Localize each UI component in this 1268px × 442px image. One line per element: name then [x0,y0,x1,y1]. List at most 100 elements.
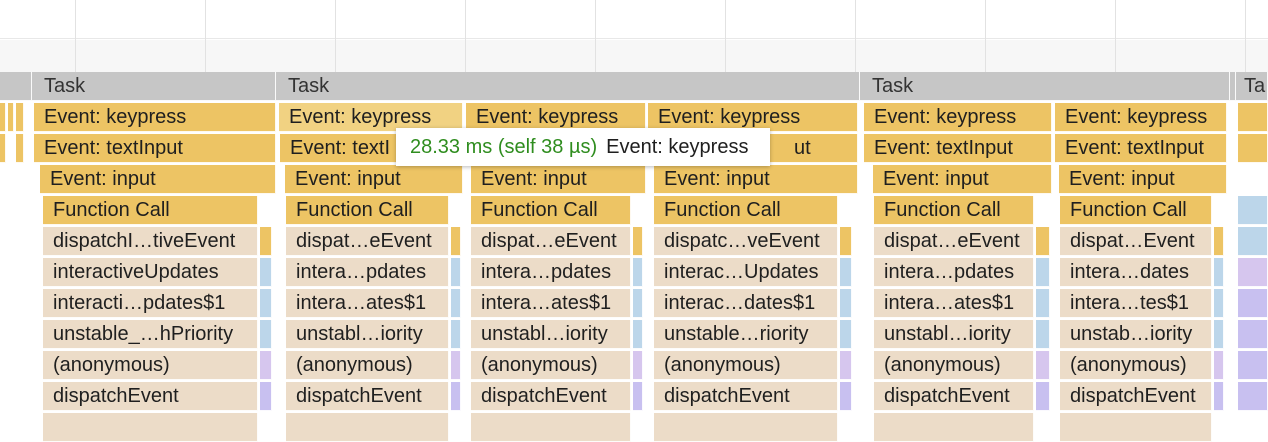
flame-bar-interactive-updates-1[interactable]: intera…tes$1 [1060,289,1212,318]
flame-bar-function[interactable] [451,382,461,411]
flame-bar-function[interactable] [451,258,461,287]
flame-bar-function[interactable] [840,320,852,349]
flame-bar-anonymous[interactable]: (anonymous) [286,351,449,380]
flame-bar-dispatch-event[interactable]: dispatchEvent [654,382,838,411]
flame-bar-event[interactable] [0,134,6,163]
flame-bar-keypress[interactable]: Event: keypress [1055,103,1227,132]
flame-bar-unstable-priority[interactable]: unstable…riority [654,320,838,349]
flame-bar-function[interactable] [1238,289,1268,318]
flame-bar-task[interactable] [0,72,32,101]
flame-bar-function[interactable] [260,320,272,349]
flame-bar-input[interactable]: Event: input [654,165,858,194]
flame-bar-keypress[interactable]: Event: keypress [34,103,276,132]
flame-bar-function[interactable] [1214,227,1224,256]
flame-bar-function[interactable] [840,227,852,256]
flame-bar-function[interactable] [1036,289,1050,318]
flame-bar-function[interactable] [633,351,643,380]
flame-bar-function[interactable] [260,289,272,318]
flame-bar-task[interactable]: Task [860,72,1230,101]
flame-bar-function[interactable] [1036,320,1050,349]
flame-bar-dispatch-event[interactable]: dispatchEvent [471,382,631,411]
flame-bar-unstable-priority[interactable]: unstabl…iority [471,320,631,349]
flame-bar-interactive-updates-1[interactable]: interacti…pdates$1 [43,289,258,318]
flame-bar-input[interactable]: Event: input [873,165,1052,194]
flame-bar-partial[interactable] [286,413,449,442]
flame-bar-interactive-updates[interactable]: intera…pdates [286,258,449,287]
flame-bar-anonymous[interactable]: (anonymous) [1060,351,1212,380]
flame-bar-dispatch-interactive[interactable]: dispatchI…tiveEvent [43,227,258,256]
flame-bar-keypress[interactable]: Event: keypress [864,103,1052,132]
flame-bar-function[interactable] [1214,289,1224,318]
flame-bar-textinput[interactable]: Event: textInput [864,134,1052,163]
flame-bar-input[interactable]: Event: input [285,165,463,194]
flame-bar-function[interactable] [260,382,272,411]
flame-bar-partial[interactable] [874,413,1034,442]
flame-bar-function-call[interactable]: Function Call [471,196,631,225]
flame-bar-function[interactable] [840,382,852,411]
flame-bar-function[interactable] [840,289,852,318]
flame-bar-function[interactable] [840,351,852,380]
flame-bar-task[interactable]: Task [32,72,276,101]
flame-bar-anonymous[interactable]: (anonymous) [471,351,631,380]
flame-bar-interactive-updates[interactable]: intera…pdates [471,258,631,287]
flame-bar-event[interactable] [8,103,14,132]
flame-bar-anonymous[interactable]: (anonymous) [654,351,838,380]
flame-bar-function[interactable] [1238,196,1268,225]
flame-bar-partial[interactable] [1060,413,1212,442]
flame-bar-event[interactable] [1238,134,1268,163]
flame-bar-dispatch-event[interactable]: dispatchEvent [286,382,449,411]
flame-bar-partial[interactable] [471,413,631,442]
flame-bar-dispatch-interactive[interactable]: dispat…eEvent [874,227,1034,256]
flame-bar-function[interactable] [1238,320,1268,349]
flame-bar-function[interactable] [451,320,461,349]
flame-bar-interactive-updates[interactable]: intera…pdates [874,258,1034,287]
flame-bar-function[interactable] [1036,382,1050,411]
flame-bar-anonymous[interactable]: (anonymous) [874,351,1034,380]
flame-bar-interactive-updates[interactable]: interac…Updates [654,258,838,287]
flame-bar-event[interactable] [16,134,24,163]
flame-bar-function-call[interactable]: Function Call [286,196,449,225]
flame-bar-function[interactable] [633,258,643,287]
flame-bar-function[interactable] [1238,227,1268,256]
flame-bar-input[interactable]: Event: input [1059,165,1227,194]
flame-bar-function-call[interactable]: Function Call [874,196,1034,225]
flame-bar-function[interactable] [1238,351,1268,380]
flame-bar-function[interactable] [1214,351,1224,380]
flame-bar-function-call[interactable]: Function Call [654,196,838,225]
flame-bar-function[interactable] [633,382,643,411]
flame-bar-unstable-priority[interactable]: unstabl…iority [286,320,449,349]
flame-bar-unstable-priority[interactable]: unstabl…iority [874,320,1034,349]
flame-bar-textinput[interactable]: Event: textInput [34,134,276,163]
flame-bar-function[interactable] [1036,258,1050,287]
flame-bar-dispatch-event[interactable]: dispatchEvent [874,382,1034,411]
flame-bar-function[interactable] [1238,382,1268,411]
flame-bar-dispatch-event[interactable]: dispatchEvent [1060,382,1212,411]
flame-bar-interactive-updates[interactable]: intera…dates [1060,258,1212,287]
flame-bar-input[interactable]: Event: input [471,165,646,194]
flame-bar-dispatch-interactive[interactable]: dispat…Event [1060,227,1212,256]
flame-bar-function-call[interactable]: Function Call [43,196,258,225]
flame-bar-interactive-updates[interactable]: interactiveUpdates [43,258,258,287]
flame-chart[interactable]: Task Task Task Ta Event: keypress Event:… [0,72,1268,442]
flame-bar-function[interactable] [1238,258,1268,287]
flame-bar-task[interactable]: Ta [1236,72,1268,101]
flame-bar-dispatch-interactive[interactable]: dispatc…veEvent [654,227,838,256]
flame-bar-event[interactable] [0,103,6,132]
flame-bar-partial[interactable] [43,413,258,442]
flame-bar-unstable-priority[interactable]: unstable_…hPriority [43,320,258,349]
flame-bar-function[interactable] [260,351,272,380]
flame-bar-function-call[interactable]: Function Call [1060,196,1212,225]
flame-bar-interactive-updates-1[interactable]: intera…ates$1 [286,289,449,318]
flame-bar-function[interactable] [260,258,272,287]
flame-bar-function[interactable] [451,289,461,318]
flame-bar-input[interactable]: Event: input [40,165,276,194]
flame-bar-interactive-updates-1[interactable]: interac…dates$1 [654,289,838,318]
flame-bar-event[interactable] [16,103,24,132]
flame-bar-function[interactable] [1214,320,1224,349]
flame-bar-function[interactable] [633,320,643,349]
flame-bar-interactive-updates-1[interactable]: intera…ates$1 [471,289,631,318]
flame-bar-event[interactable] [1238,103,1268,132]
flame-bar-function[interactable] [1036,227,1050,256]
flame-bar-function[interactable] [260,227,272,256]
flame-bar-function[interactable] [1036,351,1050,380]
